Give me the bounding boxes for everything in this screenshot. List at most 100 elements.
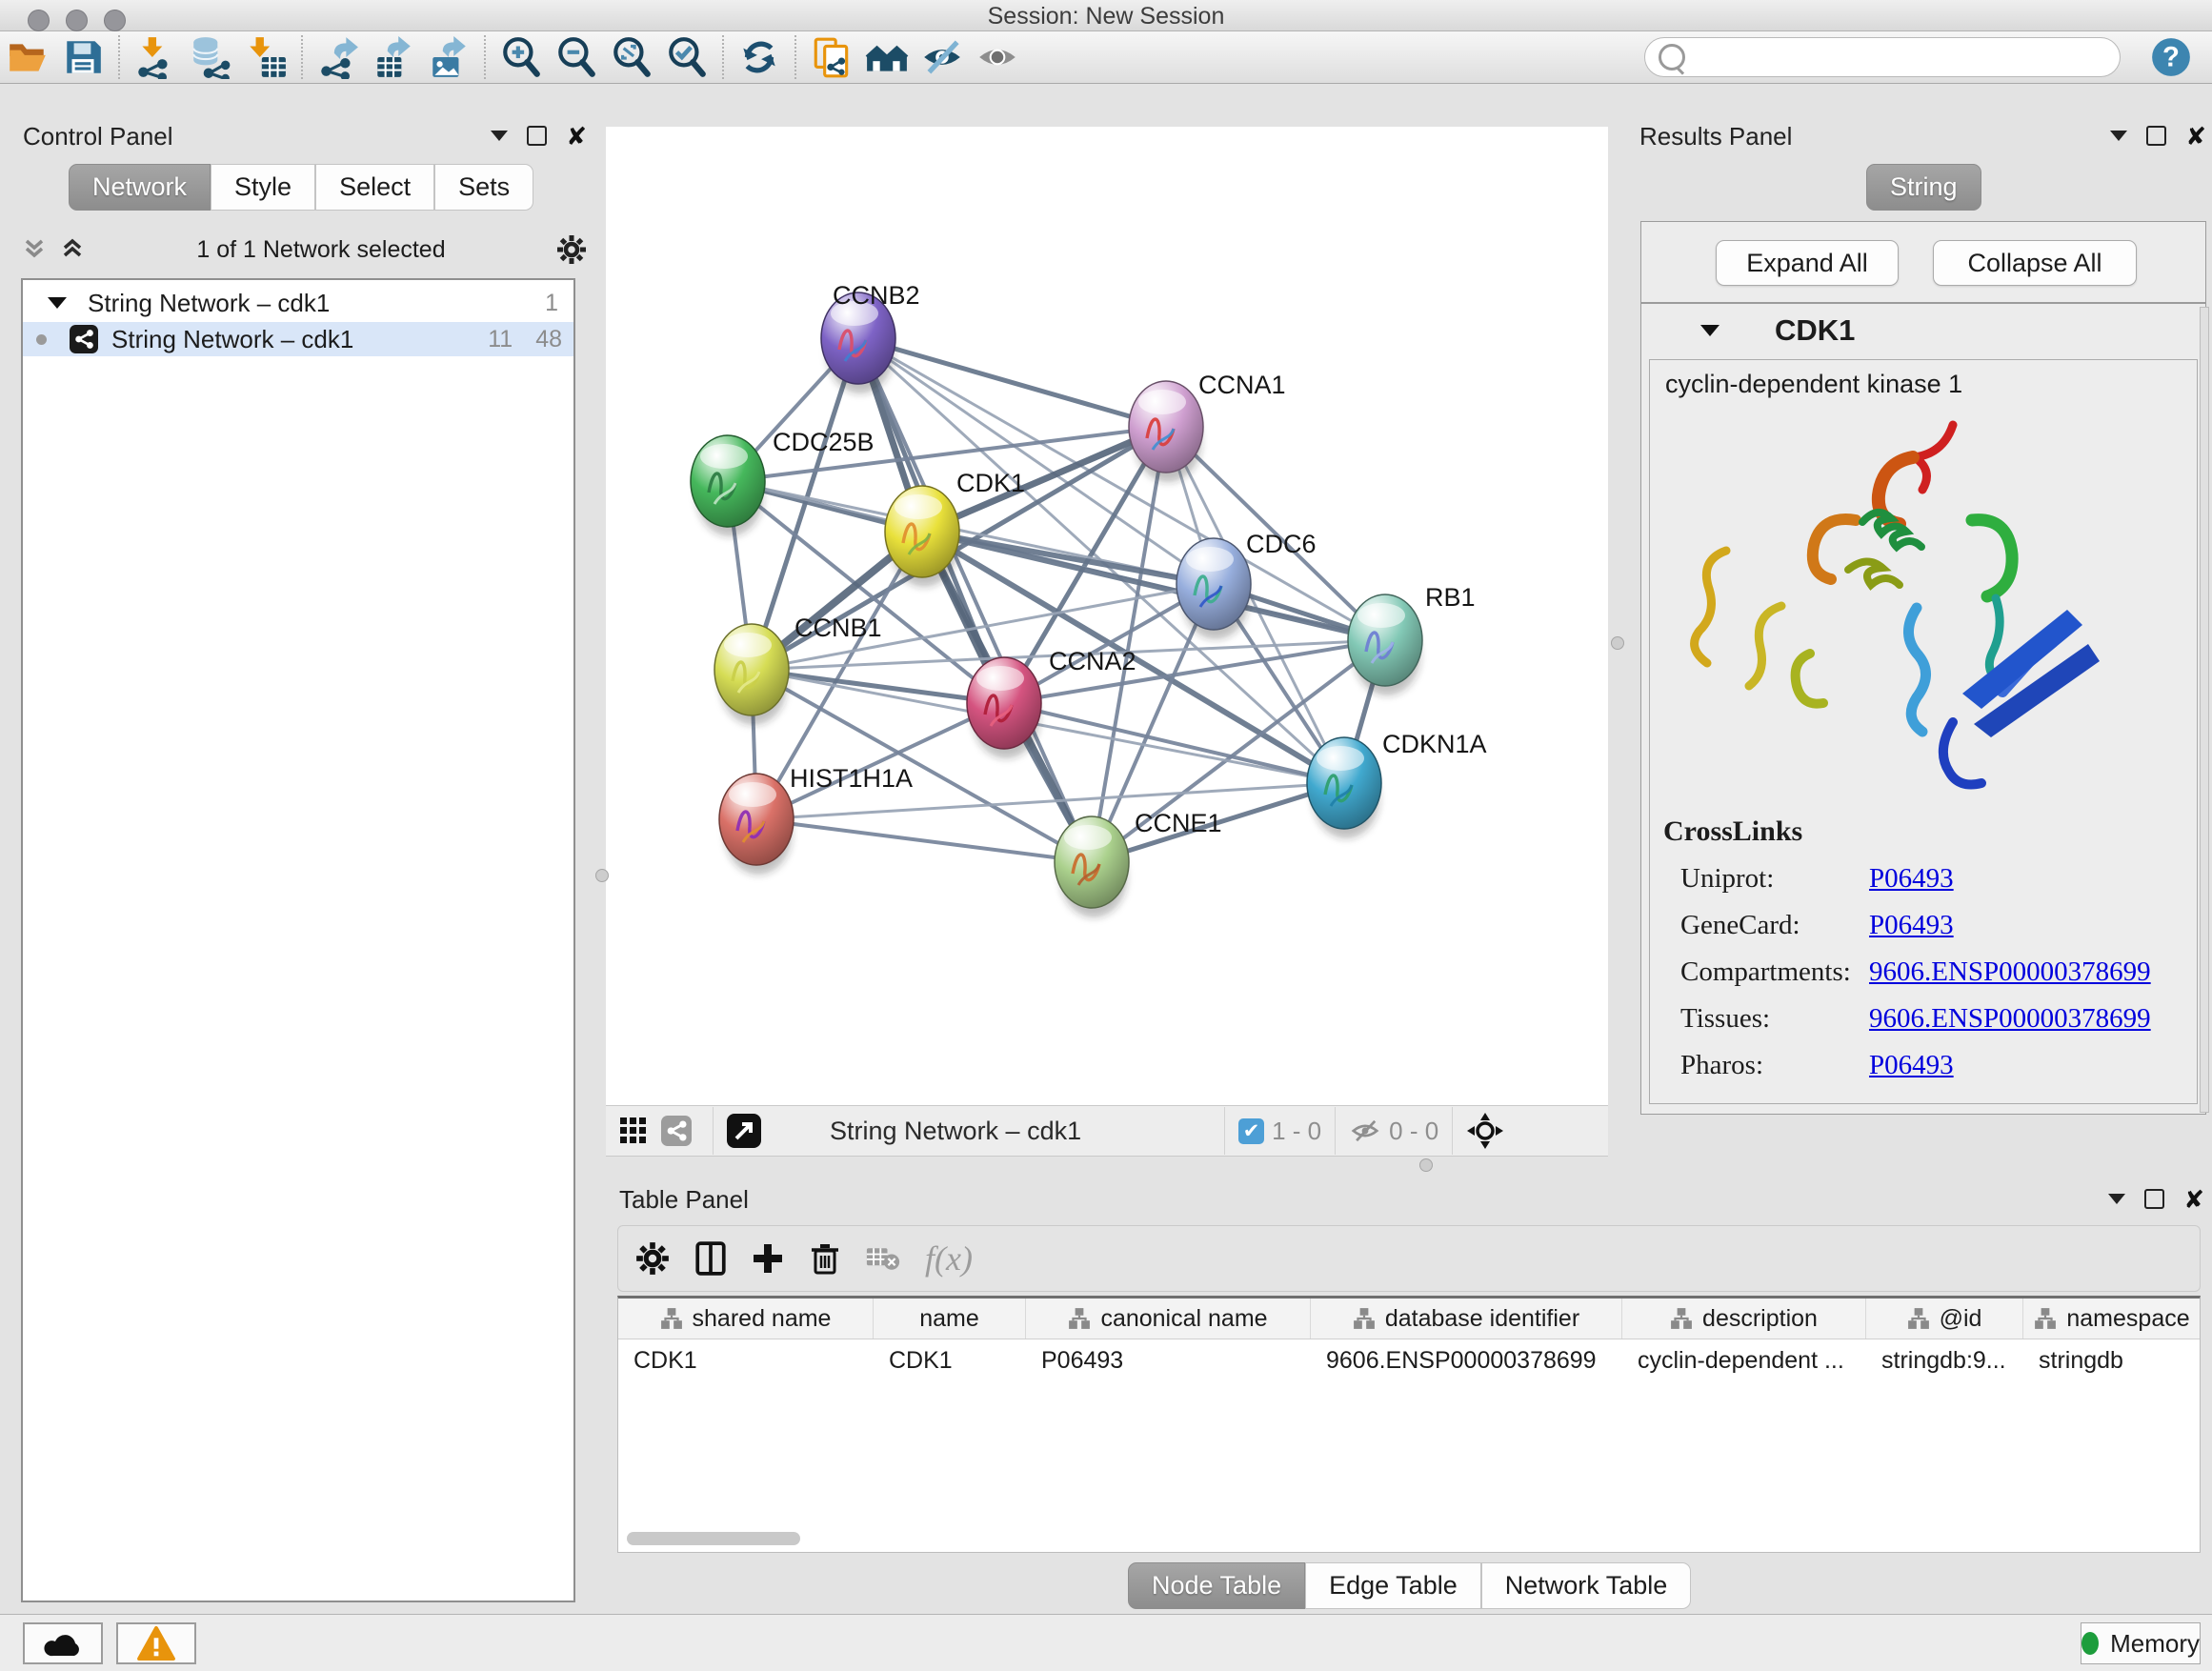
- table-cell[interactable]: stringdb:9...: [1866, 1339, 2023, 1381]
- add-column-icon[interactable]: [752, 1242, 784, 1275]
- edge-HIST1H1A-CCNE1[interactable]: [756, 819, 1092, 862]
- table-cell[interactable]: 9606.ENSP00000378699: [1311, 1339, 1622, 1381]
- tab-network[interactable]: Network: [69, 164, 211, 211]
- crosslink-link-uniprot[interactable]: P06493: [1869, 863, 1954, 895]
- results-scrollbar[interactable]: [2200, 307, 2209, 1113]
- network-graph[interactable]: CCNB2CCNA1CDC25BCDK1CDC6RB1CCNB1CCNA2CDK…: [606, 127, 1608, 1105]
- panel-float-icon[interactable]: [2144, 1189, 2164, 1209]
- tab-select[interactable]: Select: [315, 164, 434, 211]
- memory-button[interactable]: Memory: [2081, 1622, 2201, 1664]
- table-cell[interactable]: stringdb: [2023, 1339, 2201, 1381]
- clone-network-button[interactable]: [804, 34, 859, 80]
- node-CDC25B[interactable]: [691, 435, 765, 536]
- column-header--id[interactable]: @id: [1866, 1299, 2023, 1339]
- save-session-button[interactable]: [55, 34, 111, 80]
- protein-section-caret-icon[interactable]: [1700, 325, 1719, 336]
- column-header-database-identifier[interactable]: database identifier: [1311, 1299, 1622, 1339]
- grid-view-icon[interactable]: [619, 1117, 648, 1145]
- panel-menu-icon[interactable]: [2108, 1194, 2125, 1204]
- table-row[interactable]: CDK1CDK1P064939606.ENSP00000378699cyclin…: [618, 1339, 2200, 1381]
- table-cell[interactable]: P06493: [1026, 1339, 1311, 1381]
- crosslink-link-genecard[interactable]: P06493: [1869, 910, 1954, 941]
- table-horizontal-scrollbar[interactable]: [627, 1532, 800, 1545]
- column-header-description[interactable]: description: [1622, 1299, 1866, 1339]
- panel-close-icon[interactable]: ✘: [2185, 127, 2206, 146]
- column-header-shared-name[interactable]: shared name: [618, 1299, 874, 1339]
- tab-string[interactable]: String: [1866, 164, 1981, 211]
- collapse-all-icon[interactable]: [21, 236, 48, 263]
- expand-all-icon[interactable]: [59, 236, 86, 263]
- panel-close-icon[interactable]: ✘: [566, 127, 587, 146]
- collection-caret-icon[interactable]: [48, 297, 67, 309]
- fit-content-button[interactable]: [604, 34, 659, 80]
- zoom-in-button[interactable]: [493, 34, 549, 80]
- node-CCNB1[interactable]: [714, 624, 789, 725]
- collapse-all-button[interactable]: Collapse All: [1933, 240, 2137, 286]
- node-table[interactable]: shared namenamecanonical namedatabase id…: [617, 1296, 2201, 1553]
- edge-CCNA2-HIST1H1A[interactable]: [756, 703, 1004, 819]
- open-in-new-window-icon[interactable]: [727, 1114, 761, 1148]
- zoom-out-button[interactable]: [549, 34, 604, 80]
- right-splitter-handle[interactable]: [1611, 636, 1624, 650]
- open-session-button[interactable]: [0, 34, 55, 80]
- import-network-from-database-button[interactable]: [183, 34, 238, 80]
- node-HIST1H1A[interactable]: [719, 774, 794, 875]
- zoom-selected-button[interactable]: [659, 34, 714, 80]
- node-CCNA2[interactable]: [967, 657, 1041, 758]
- table-cell[interactable]: cyclin-dependent ...: [1622, 1339, 1866, 1381]
- show-graphics-details-button[interactable]: [970, 34, 1025, 80]
- panel-close-icon[interactable]: ✘: [2183, 1190, 2204, 1209]
- search-input[interactable]: [1695, 43, 2106, 71]
- crosslink-link-compartments[interactable]: 9606.ENSP00000378699: [1869, 956, 2151, 988]
- crosslink-link-pharos[interactable]: P06493: [1869, 1050, 1954, 1081]
- tab-style[interactable]: Style: [211, 164, 315, 211]
- column-header-canonical-name[interactable]: canonical name: [1026, 1299, 1311, 1339]
- help-button[interactable]: ?: [2143, 34, 2199, 80]
- show-columns-icon[interactable]: [694, 1241, 727, 1276]
- expand-all-button[interactable]: Expand All: [1716, 240, 1899, 286]
- node-CDK1[interactable]: [885, 486, 959, 587]
- automation-cloud-button[interactable]: [23, 1622, 103, 1664]
- table-cell[interactable]: CDK1: [874, 1339, 1026, 1381]
- node-CCNE1[interactable]: [1055, 816, 1129, 917]
- tab-sets[interactable]: Sets: [434, 164, 533, 211]
- node-CDKN1A[interactable]: [1307, 737, 1381, 838]
- import-table-from-file-button[interactable]: [238, 34, 293, 80]
- tab-node-table[interactable]: Node Table: [1128, 1562, 1305, 1609]
- table-options-gear-icon[interactable]: [635, 1241, 670, 1276]
- update-view-button[interactable]: [732, 34, 787, 80]
- edge-CCNA2-CDKN1A[interactable]: [1004, 703, 1344, 783]
- import-network-from-file-button[interactable]: [128, 34, 183, 80]
- hide-selected-button[interactable]: [915, 34, 970, 80]
- network-view-share-icon[interactable]: [661, 1116, 692, 1146]
- tab-edge-table[interactable]: Edge Table: [1305, 1562, 1481, 1609]
- network-collection-row[interactable]: String Network – cdk1 1: [23, 286, 573, 320]
- export-table-button[interactable]: [366, 34, 421, 80]
- network-row-selected[interactable]: String Network – cdk1 11 48: [23, 322, 573, 356]
- export-image-button[interactable]: [421, 34, 476, 80]
- node-RB1[interactable]: [1348, 594, 1422, 695]
- column-header-name[interactable]: name: [874, 1299, 1026, 1339]
- string-home-button[interactable]: [859, 34, 915, 80]
- panel-float-icon[interactable]: [527, 126, 547, 146]
- selected-checkbox-icon[interactable]: ✔: [1238, 1118, 1264, 1144]
- search-field[interactable]: [1644, 37, 2121, 77]
- left-splitter-handle[interactable]: [595, 869, 609, 882]
- panel-float-icon[interactable]: [2146, 126, 2166, 146]
- toolbar-divider: [1452, 1107, 1453, 1155]
- export-network-button[interactable]: [311, 34, 366, 80]
- panel-menu-icon[interactable]: [491, 131, 508, 141]
- warnings-button[interactable]: [116, 1622, 196, 1664]
- node-CDC6[interactable]: [1176, 538, 1251, 639]
- birdseye-toggle-icon[interactable]: [1466, 1112, 1504, 1150]
- panel-menu-icon[interactable]: [2110, 131, 2127, 141]
- delete-column-icon[interactable]: [809, 1241, 841, 1276]
- network-view[interactable]: CCNB2CCNA1CDC25BCDK1CDC6RB1CCNB1CCNA2CDK…: [606, 127, 1608, 1105]
- horizontal-splitter-handle[interactable]: [1419, 1158, 1433, 1172]
- tab-network-table[interactable]: Network Table: [1481, 1562, 1692, 1609]
- table-cell[interactable]: CDK1: [618, 1339, 874, 1381]
- crosslink-link-tissues[interactable]: 9606.ENSP00000378699: [1869, 1003, 2151, 1035]
- column-header-namespace[interactable]: namespace: [2023, 1299, 2201, 1339]
- network-options-gear-icon[interactable]: [556, 234, 587, 265]
- edge-CCNB2-CCNA1[interactable]: [858, 338, 1166, 427]
